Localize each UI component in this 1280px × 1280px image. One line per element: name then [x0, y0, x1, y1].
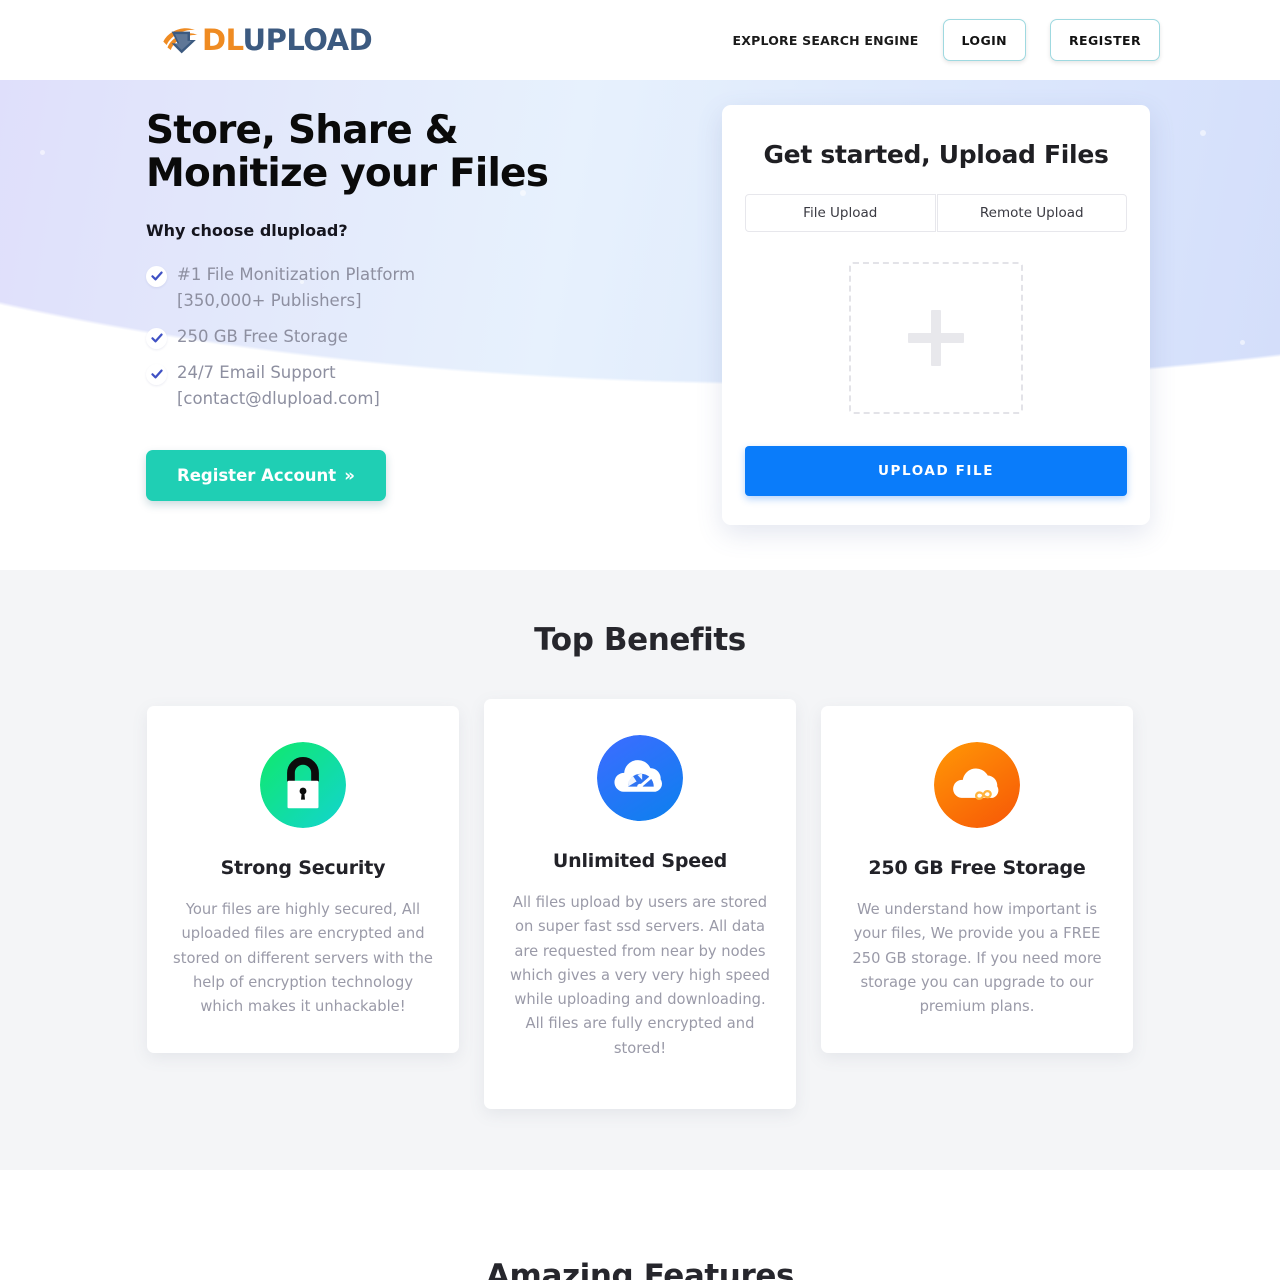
explore-search-engine-link[interactable]: EXPLORE SEARCH ENGINE — [733, 33, 919, 48]
hero-benefit-text: #1 File Monitization Platform [350,000+ … — [177, 264, 416, 310]
check-icon — [146, 265, 167, 287]
benefit-card-text: We understand how important is your file… — [852, 901, 1102, 1015]
benefit-card-text: All files upload by users are stored on … — [510, 894, 770, 1057]
upload-tabs: File Upload Remote Upload — [745, 194, 1127, 232]
benefit-card-title: Unlimited Speed — [552, 850, 728, 872]
header-nav: EXPLORE SEARCH ENGINE LOGIN REGISTER — [733, 19, 1160, 61]
benefit-cards: Strong Security Your files are highly se… — [0, 699, 1280, 1109]
list-item: 24/7 Email Support [contact@dlupload.com… — [146, 360, 686, 412]
dlupload-swoosh-logo-icon — [163, 28, 198, 54]
register-button[interactable]: REGISTER — [1050, 19, 1160, 61]
hero-title-line-2: Monitize your Files — [146, 150, 549, 196]
site-header: DLUPLOAD EXPLORE SEARCH ENGINE LOGIN REG… — [0, 0, 1280, 80]
upload-card-title: Get started, Upload Files — [763, 140, 1109, 169]
cloud-infinity-icon — [934, 742, 1020, 828]
cta-label: Register Account — [177, 466, 337, 486]
site-logo[interactable]: DLUPLOAD — [160, 20, 373, 60]
lock-icon — [260, 742, 346, 828]
benefit-card-free-storage: 250 GB Free Storage We understand how im… — [821, 706, 1133, 1054]
logo-text-dl: DL — [202, 23, 243, 57]
tab-file-upload[interactable]: File Upload — [745, 194, 936, 232]
chevron-right-icon: » — [344, 466, 355, 486]
benefit-card-title: 250 GB Free Storage — [868, 857, 1086, 879]
hero-copy: Store, Share & Monitize your Files Why c… — [146, 108, 686, 502]
benefit-card-strong-security: Strong Security Your files are highly se… — [147, 706, 459, 1054]
hero-subtitle: Why choose dlupload? — [146, 220, 348, 240]
benefits-section-title: Top Benefits — [534, 622, 746, 658]
hero-benefit-text: 250 GB Free Storage — [177, 326, 348, 346]
cloud-speedometer-icon — [597, 735, 683, 821]
check-icon — [146, 327, 167, 349]
upload-card: Get started, Upload Files File Upload Re… — [722, 105, 1150, 525]
landing-page: DLUPLOAD EXPLORE SEARCH ENGINE LOGIN REG… — [0, 0, 1280, 1280]
hero-section: Store, Share & Monitize your Files Why c… — [0, 80, 1280, 590]
logo-text-upload: UPLOAD — [242, 23, 373, 57]
list-item: #1 File Monitization Platform [350,000+ … — [146, 262, 686, 314]
top-benefits-section: Top Benefits Strong Security Your files … — [0, 570, 1280, 1170]
file-dropzone[interactable] — [849, 262, 1023, 414]
upload-file-button[interactable]: UPLOAD FILE — [745, 446, 1127, 496]
hero-benefit-list: #1 File Monitization Platform [350,000+ … — [146, 262, 686, 412]
benefit-card-text: Your files are highly secured, All uploa… — [173, 901, 433, 1015]
hero-benefit-text: 24/7 Email Support [contact@dlupload.com… — [177, 362, 380, 409]
register-account-button[interactable]: Register Account » — [146, 450, 386, 502]
amazing-features-section: Amazing Features — [0, 1170, 1280, 1280]
list-item: 250 GB Free Storage — [146, 324, 686, 350]
features-section-title: Amazing Features — [485, 1258, 795, 1280]
hero-title-line-1: Store, Share & — [146, 108, 459, 153]
login-button[interactable]: LOGIN — [942, 19, 1027, 61]
page-title: Store, Share & Monitize your Files — [146, 108, 686, 196]
benefit-card-unlimited-speed: Unlimited Speed All files upload by user… — [484, 699, 796, 1109]
check-icon — [146, 363, 167, 385]
tab-remote-upload[interactable]: Remote Upload — [936, 194, 1127, 232]
plus-icon — [908, 310, 964, 366]
benefit-card-title: Strong Security — [220, 857, 386, 879]
